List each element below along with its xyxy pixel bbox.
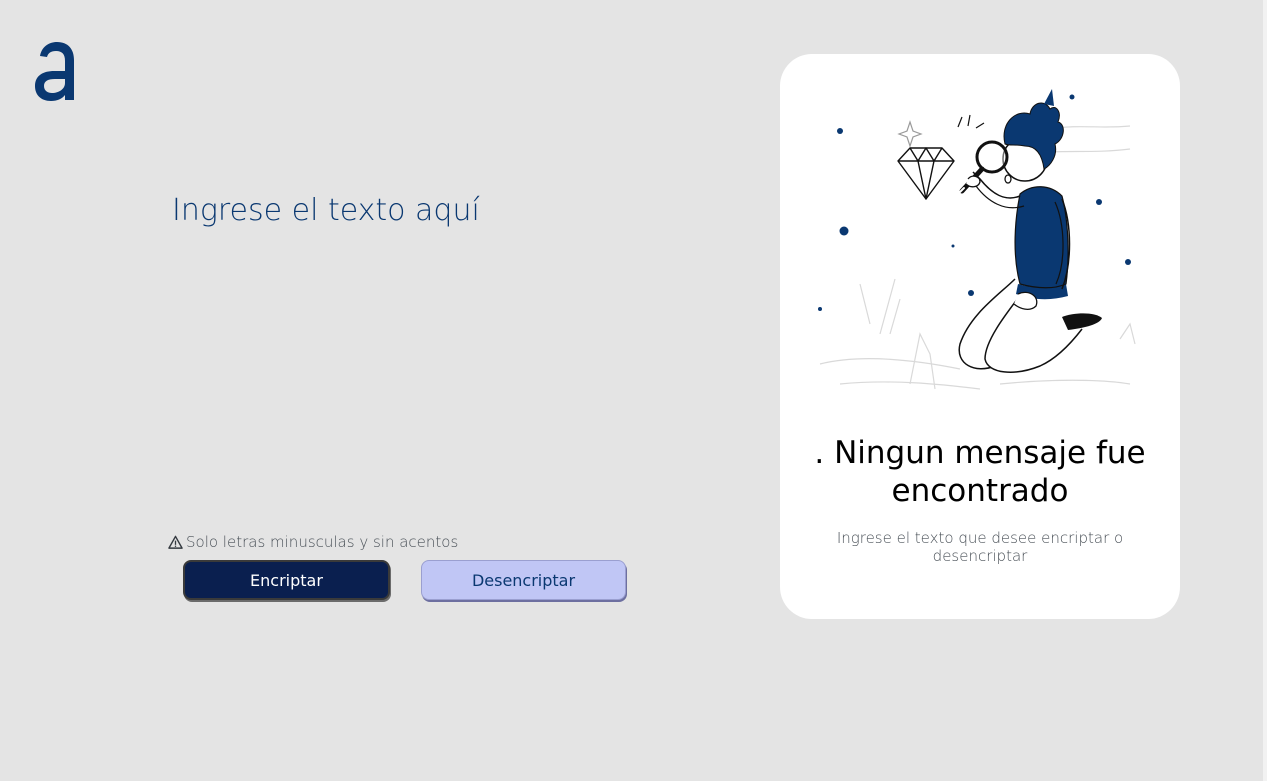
encrypt-button-label: Encriptar (250, 570, 323, 590)
warning-icon (168, 535, 183, 549)
decrypt-button-label: Desencriptar (471, 570, 576, 590)
page: Solo letras minusculas y sin acentos Enc… (0, 0, 1267, 781)
input-hint: Solo letras minusculas y sin acentos (168, 533, 458, 551)
hint-text: Solo letras minusculas y sin acentos (186, 533, 459, 551)
person-with-magnifier-illustration (818, 89, 1136, 390)
decrypt-button[interactable]: Desencriptar (421, 560, 626, 600)
text-input[interactable] (172, 190, 692, 490)
no-message-subtitle: Ingrese el texto que desee encriptar o d… (836, 529, 1124, 565)
encrypt-button[interactable]: Encriptar (183, 560, 390, 600)
alura-logo-icon[interactable] (30, 38, 80, 104)
no-message-title: . Ningun mensaje fue encontrado (814, 435, 1146, 509)
output-card: . Ningun mensaje fue encontrado Ingrese … (780, 54, 1180, 619)
scrollbar-track[interactable] (1263, 0, 1267, 781)
